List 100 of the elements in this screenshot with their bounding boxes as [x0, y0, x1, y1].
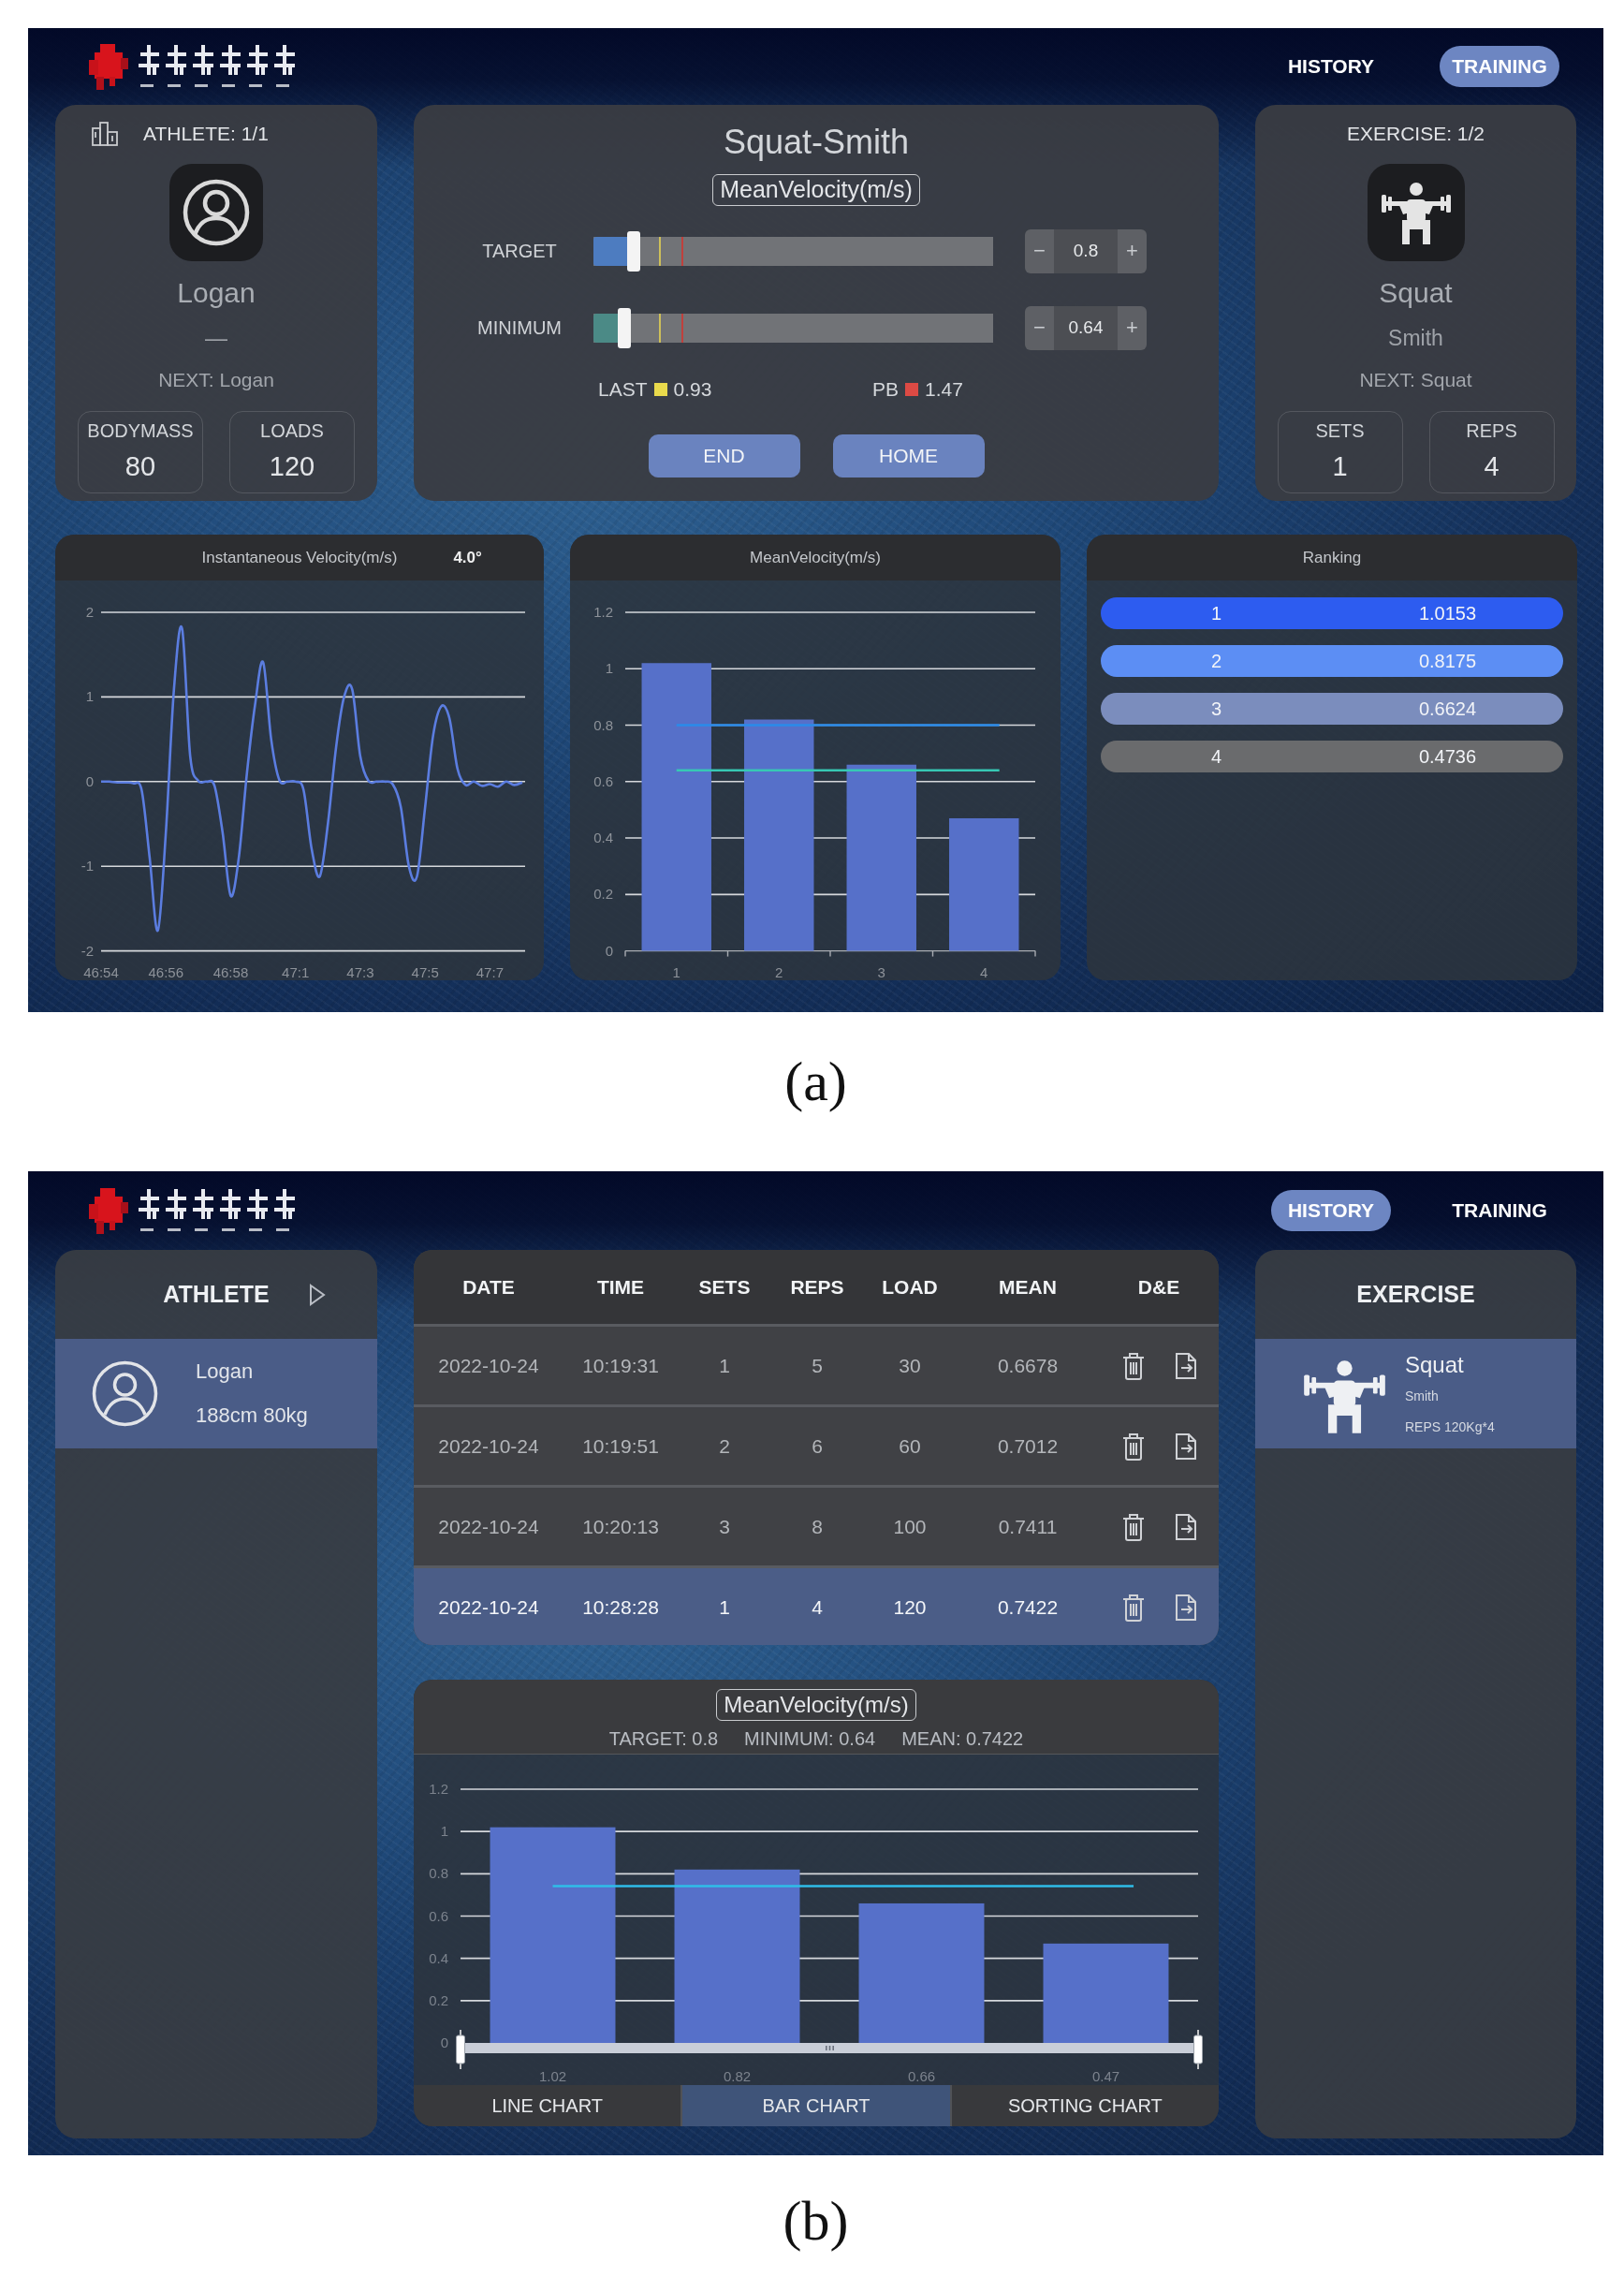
trash-icon[interactable]	[1121, 1593, 1145, 1622]
increment-button[interactable]: +	[1118, 305, 1147, 350]
document-arrow-icon[interactable]	[1175, 1513, 1196, 1540]
table-cell: 1	[719, 1354, 730, 1377]
rank-value: 0.4736	[1418, 745, 1477, 768]
stepper-value-field[interactable]: 0.8	[1054, 228, 1118, 273]
axis-tick-label: 1	[85, 688, 94, 705]
rank-value: 0.6624	[1418, 698, 1477, 720]
slider-label: MINIMUM	[477, 316, 562, 339]
table-cell: 6	[812, 1434, 823, 1458]
axis-tick-label: 47:7	[475, 964, 504, 980]
table-cell: 0.6678	[997, 1354, 1059, 1377]
panel-title: ATHLETE	[163, 1281, 270, 1308]
table-cell: 60	[899, 1434, 921, 1458]
stat-value: 120	[269, 450, 315, 483]
trash-icon[interactable]	[1121, 1432, 1145, 1461]
angle-reading: 4.0°	[453, 548, 482, 567]
axis-tick-label: 1	[672, 964, 680, 980]
axis-tick-label: 0	[605, 942, 613, 959]
document-arrow-icon[interactable]	[1175, 1352, 1196, 1379]
legend-label: PB	[872, 378, 899, 401]
grip-icon[interactable]	[825, 2046, 834, 2050]
rank-number: 1	[1210, 602, 1222, 624]
axis-tick-label: 2	[85, 604, 94, 620]
summary-stat: MEAN: 0.7422	[901, 1728, 1024, 1749]
axis-tick-label: 0.8	[429, 1865, 448, 1882]
action-button[interactable]: HOME	[832, 434, 985, 477]
axis-tick-label: -2	[80, 942, 94, 959]
athlete-list-item[interactable]: Logan 188cm 80kg	[55, 1339, 377, 1448]
stepper-value-field[interactable]: 0.64	[1054, 305, 1118, 350]
exercise-list-item[interactable]: Squat Smith REPS 120Kg*4	[1255, 1339, 1576, 1448]
increment-button[interactable]: +	[1118, 228, 1147, 273]
table-cell: 10:28:28	[582, 1595, 659, 1619]
slider-handle[interactable]	[1193, 2030, 1203, 2069]
chart-tab[interactable]: BAR CHART	[680, 2085, 950, 2126]
athlete-body-stats: 188cm 80kg	[196, 1403, 308, 1429]
decrement-button[interactable]: −	[1025, 305, 1054, 350]
axis-tick-label: 2	[775, 964, 783, 980]
stat-label: LOADS	[260, 419, 324, 443]
table-cell: 2022-10-24	[438, 1354, 539, 1377]
action-button[interactable]: END	[648, 434, 800, 477]
column-header: DATE	[462, 1275, 515, 1299]
slider-handle[interactable]	[456, 2030, 465, 2069]
nav-tab[interactable]: HISTORY	[1271, 46, 1391, 87]
play-icon[interactable]	[308, 1283, 326, 1306]
table-row[interactable]: 2022-10-24 10:28:28 1 4 120 0.7422	[414, 1565, 1219, 1645]
axis-tick-label: 4	[980, 964, 988, 980]
rank-number: 4	[1210, 745, 1222, 768]
chart-tab[interactable]: SORTING CHART	[949, 2085, 1219, 2126]
axis-tick-label: 0.2	[429, 1991, 448, 2008]
decrement-button[interactable]: −	[1025, 228, 1054, 273]
axis-tick-label: 0	[440, 2035, 448, 2050]
legend-value: 0.93	[673, 378, 712, 401]
stat-label: REPS	[1466, 419, 1517, 443]
axis-tick-label: 0	[85, 772, 94, 789]
athlete-count-label: ATHLETE: 1/1	[143, 123, 269, 145]
rank-number: 2	[1210, 650, 1222, 672]
table-cell: 5	[812, 1354, 823, 1377]
stat-value: 1	[1332, 450, 1348, 483]
axis-tick-label: 1	[440, 1823, 448, 1840]
exercise-count-label: EXERCISE: 1/2	[1346, 123, 1485, 145]
slider-thumb[interactable]	[617, 307, 631, 348]
axis-tick-label: 0.8	[593, 716, 613, 733]
axis-tick-label: 1.2	[429, 1781, 448, 1797]
column-header: SETS	[698, 1275, 751, 1299]
axis-tick-label: 0.82	[723, 2068, 752, 2084]
panel-title: EXERCISE	[1356, 1281, 1475, 1308]
axis-tick-label: 0.6	[593, 772, 613, 789]
table-cell: 2	[719, 1434, 730, 1458]
slider-thumb[interactable]	[626, 230, 640, 272]
table-cell: 10:19:31	[582, 1354, 659, 1377]
athlete-name: Logan	[177, 276, 256, 310]
nav-tab[interactable]: HISTORY	[1271, 1190, 1391, 1231]
table-cell: 1	[719, 1595, 730, 1619]
axis-tick-label: 1.02	[538, 2068, 567, 2084]
user-avatar-icon	[92, 1360, 158, 1427]
table-cell: 0.7012	[997, 1434, 1059, 1458]
athlete-name: Logan	[196, 1359, 254, 1385]
axis-tick-label: 0.47	[1091, 2068, 1120, 2084]
table-cell: 30	[899, 1354, 921, 1377]
axis-tick-label: 46:58	[212, 964, 249, 980]
table-cell: 120	[893, 1595, 927, 1619]
nav-tab[interactable]: TRAINING	[1440, 46, 1559, 87]
exercise-title: Squat-Smith	[723, 122, 910, 163]
axis-tick-label: -1	[80, 858, 94, 874]
table-cell: 3	[719, 1515, 730, 1538]
rank-value: 0.8175	[1418, 650, 1477, 672]
axis-tick-label: 46:54	[83, 964, 119, 980]
table-cell: 8	[812, 1515, 823, 1538]
axis-tick-label: 1	[605, 660, 613, 677]
equipment-label: Smith	[1388, 325, 1443, 352]
trash-icon[interactable]	[1121, 1351, 1145, 1380]
nav-tab[interactable]: TRAINING	[1440, 1190, 1559, 1231]
column-header: REPS	[790, 1275, 844, 1299]
legend-value: 1.47	[925, 378, 963, 401]
chart-tab[interactable]: LINE CHART	[414, 2085, 681, 2126]
trash-icon[interactable]	[1121, 1512, 1145, 1541]
document-arrow-icon[interactable]	[1175, 1594, 1196, 1621]
document-arrow-icon[interactable]	[1175, 1432, 1196, 1460]
axis-tick-label: 3	[877, 964, 885, 980]
